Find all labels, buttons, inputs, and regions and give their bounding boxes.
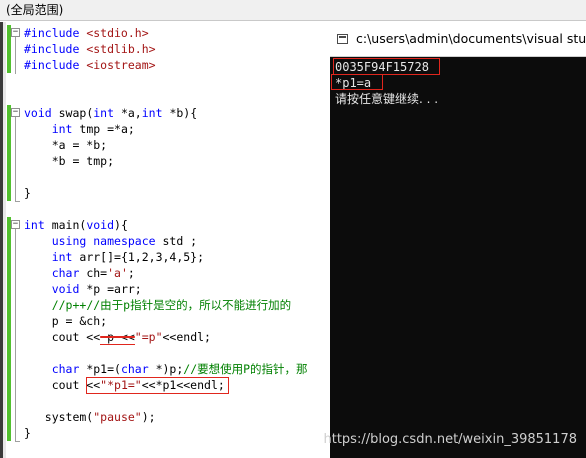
editor-selection-margin: [3, 22, 6, 458]
highlight-address-output: [333, 58, 440, 75]
code-token: #include: [24, 26, 87, 40]
console-title: c:\users\admin\documents\visual studio: [356, 31, 586, 46]
code-token: "=p": [134, 330, 163, 344]
collapse-icon[interactable]: −: [11, 108, 20, 117]
code-line: system("pause");: [24, 409, 156, 425]
code-token: *)p;: [148, 362, 184, 376]
code-line: char *p1=(char *)p;//要想使用P的指针，那: [24, 361, 308, 377]
code-line: p = &ch;: [24, 313, 107, 329]
code-line: cout << p <<"=p"<<endl;: [24, 329, 211, 345]
code-token: *p =arr;: [79, 282, 142, 296]
code-token: p = &ch;: [24, 314, 108, 328]
code-token: #include: [24, 42, 87, 56]
code-line: int tmp =*a;: [24, 121, 135, 137]
code-token: system(: [24, 410, 94, 424]
code-token: ch=: [79, 266, 108, 280]
code-token: tmp =*a;: [72, 122, 135, 136]
console-output-line: 请按任意键继续. . .: [335, 92, 439, 106]
code-line: #include <stdlib.h>: [24, 41, 156, 57]
code-token: }: [24, 186, 31, 200]
code-token: cout <<: [24, 330, 101, 344]
code-token: std ;: [155, 234, 198, 248]
code-line: void *p =arr;: [24, 281, 142, 297]
fold-end-marker: [15, 201, 20, 202]
fold-guide: [15, 34, 16, 74]
code-token: ){: [114, 218, 128, 232]
code-token: *a,: [114, 106, 142, 120]
change-marker: [7, 217, 11, 441]
code-line: *b = tmp;: [24, 153, 114, 169]
collapse-icon[interactable]: −: [11, 28, 20, 37]
code-token: int: [24, 218, 45, 232]
code-token: }: [24, 426, 31, 440]
collapse-icon[interactable]: −: [11, 220, 20, 229]
code-line: #include <iostream>: [24, 57, 156, 73]
code-token: int: [51, 122, 73, 136]
code-token: char: [51, 266, 80, 280]
change-marker: [7, 105, 11, 201]
scope-dropdown[interactable]: (全局范围): [0, 0, 586, 21]
code-line: *a = *b;: [24, 137, 107, 153]
console-app-icon: [337, 34, 348, 44]
code-token: //p++//由于p指针是空的，所以不能进行加的: [51, 298, 292, 312]
code-line: char ch='a';: [24, 265, 135, 281]
fold-guide: [15, 226, 16, 442]
code-token: main(: [44, 218, 87, 232]
code-token: ;: [127, 266, 135, 280]
code-token: *p1=(: [79, 362, 121, 376]
scope-label: (全局范围): [6, 3, 64, 17]
fold-guide: [15, 114, 16, 202]
code-token: void: [86, 218, 115, 232]
code-line: }: [24, 425, 31, 441]
code-token: char: [120, 362, 149, 376]
code-token: char: [51, 362, 80, 376]
console-title-bar: c:\users\admin\documents\visual studio: [330, 22, 586, 57]
code-token: *a = *b;: [24, 138, 108, 152]
code-token: #include: [24, 58, 87, 72]
code-token: int: [51, 250, 73, 264]
highlight-p1-output: [331, 74, 383, 90]
code-token: <<endl;: [162, 330, 211, 344]
code-editor[interactable]: − − − #include <stdio.h> #include <stdlib.h…: [0, 22, 330, 458]
code-line: using namespace std ;: [24, 233, 197, 249]
code-line: }: [24, 185, 31, 201]
code-token: int: [141, 106, 163, 120]
code-token: *b = tmp;: [24, 154, 115, 168]
code-line: #include <stdio.h>: [24, 25, 149, 41]
highlight-cout-p1: [86, 377, 229, 394]
code-token: "pause": [93, 410, 142, 424]
code-token: <stdlib.h>: [86, 42, 156, 56]
code-token: //要想使用P的指针，那: [183, 362, 308, 376]
code-token: <iostream>: [86, 58, 156, 72]
watermark-text: https://blog.csdn.net/weixin_39851178: [323, 432, 577, 447]
fold-end-marker: [15, 441, 20, 442]
code-token: <stdio.h>: [86, 26, 149, 40]
code-line: void swap(int *a,int *b){: [24, 105, 197, 121]
console-window[interactable]: c:\users\admin\documents\visual studio 0…: [330, 22, 586, 458]
code-line: int arr[]={1,2,3,4,5};: [24, 249, 204, 265]
code-line: //p++//由于p指针是空的，所以不能进行加的: [24, 297, 291, 313]
code-token: void: [24, 106, 52, 120]
code-token: swap(: [51, 106, 94, 120]
code-token: 'a': [107, 266, 128, 280]
code-token: );: [141, 410, 156, 424]
code-token: *b){: [162, 106, 198, 120]
code-token: arr[]={1,2,3,4,5};: [72, 250, 205, 264]
code-line: int main(void){: [24, 217, 128, 233]
code-token: p <<: [100, 330, 135, 345]
code-token: using namespace: [51, 234, 156, 248]
code-token: int: [93, 106, 115, 120]
code-token: void: [51, 282, 80, 296]
